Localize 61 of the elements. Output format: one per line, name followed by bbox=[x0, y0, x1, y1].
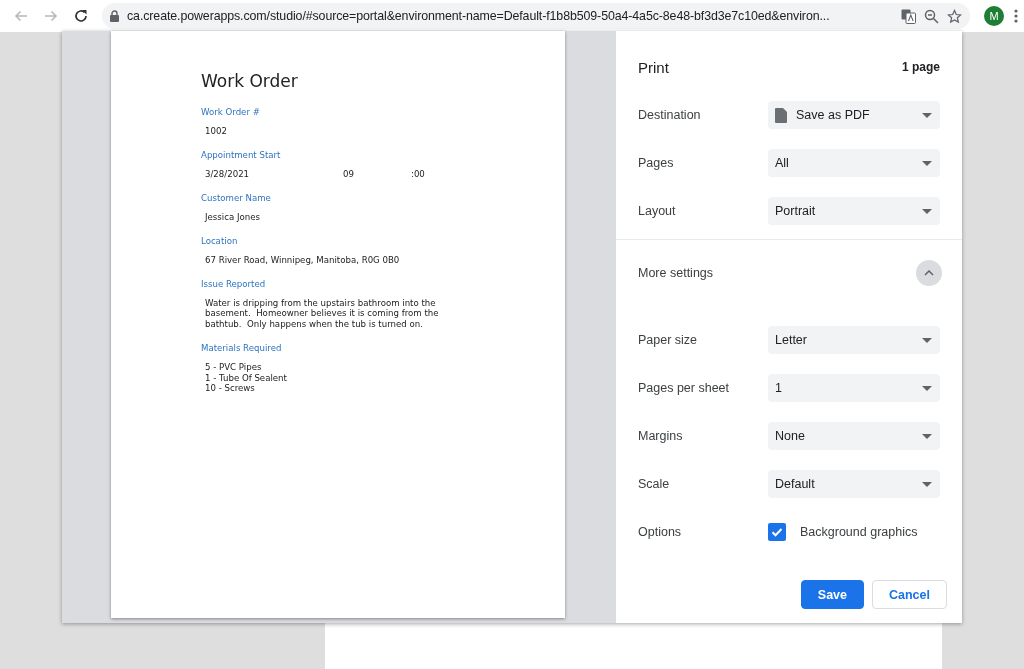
field-value: :00 bbox=[411, 169, 425, 179]
field-paragraph: Water is dripping from the upstairs bathroom into the basement. Homeowner believes it is coming from the bathtub. Only happens when the tub is turned on. bbox=[205, 298, 440, 329]
cancel-button[interactable]: Cancel bbox=[872, 580, 947, 609]
url-text: ca.create.powerapps.com/studio/#source=portal&environment-name=Default-f1b8b509-50a4-4a5c-8e48-bf3d3e7c10ed&environ... bbox=[127, 9, 831, 23]
zoom-icon[interactable] bbox=[924, 8, 939, 24]
setting-label: Pages bbox=[638, 156, 675, 170]
setting-label: Scale bbox=[638, 477, 671, 491]
dropdown-select[interactable]: Default bbox=[768, 470, 940, 498]
field-value: Jessica Jones bbox=[205, 212, 261, 222]
dropdown-caret-icon bbox=[922, 481, 932, 487]
field-label: Materials Required bbox=[201, 342, 283, 353]
dropdown-caret-icon bbox=[922, 385, 932, 391]
setting-label: Margins bbox=[638, 429, 684, 443]
menu-icon[interactable] bbox=[1014, 9, 1018, 23]
field-label: Work Order # bbox=[201, 107, 261, 117]
reload-icon bbox=[73, 8, 89, 24]
profile-avatar[interactable]: M bbox=[984, 6, 1004, 26]
document-title: Work Order bbox=[201, 71, 299, 91]
dialog-title: Print bbox=[638, 58, 669, 76]
back-arrow-icon bbox=[13, 8, 29, 24]
setting-label: Layout bbox=[638, 204, 677, 218]
setting-label: Options bbox=[638, 525, 683, 539]
dropdown-caret-icon bbox=[922, 112, 932, 118]
field-label: Customer Name bbox=[201, 193, 272, 203]
field-label: Appointment Start bbox=[201, 150, 282, 160]
dropdown-select[interactable]: Letter bbox=[768, 326, 940, 354]
setting-label: Pages per sheet bbox=[638, 381, 731, 395]
setting-label: Paper size bbox=[638, 333, 699, 347]
setting-label: Destination bbox=[638, 108, 702, 122]
dropdown-caret-icon bbox=[922, 208, 932, 214]
page-count: 1 page bbox=[902, 60, 940, 74]
field-label: Issue Reported bbox=[201, 279, 267, 289]
translate-icon[interactable] bbox=[901, 8, 916, 24]
save-button[interactable]: Save bbox=[800, 580, 864, 609]
chevron-icon bbox=[924, 270, 934, 276]
dropdown-caret-icon bbox=[922, 433, 932, 439]
field-value: 3/28/2021 bbox=[205, 169, 251, 179]
checkbox[interactable] bbox=[768, 523, 786, 541]
star-icon[interactable] bbox=[947, 8, 962, 24]
collapse-button[interactable] bbox=[916, 260, 942, 286]
dropdown-select[interactable]: Portrait bbox=[768, 197, 940, 225]
checkbox-label: Background graphics bbox=[800, 525, 918, 539]
list-line: 5 - PVC Pipes bbox=[205, 361, 263, 373]
address-bar[interactable]: ca.create.powerapps.com/studio/#source=portal&environment-name=Default-f1b8b509-50a4-4a5c-8e48-bf3d3e7c10ed&environ... bbox=[102, 3, 970, 29]
field-value: 67 River Road, Winnipeg, Manitoba, R0G 0B0 bbox=[205, 255, 401, 265]
document-icon bbox=[775, 107, 787, 123]
field-value: 09 bbox=[343, 169, 355, 179]
forward-arrow-icon bbox=[43, 8, 59, 24]
dropdown-select[interactable]: Save as PDF bbox=[768, 101, 940, 129]
field-label: Location bbox=[201, 236, 239, 246]
list-line: 1 - Tube Of Sealent bbox=[205, 372, 288, 384]
dropdown-caret-icon bbox=[922, 160, 932, 166]
more-settings-label: More settings bbox=[638, 266, 714, 280]
dropdown-select[interactable]: All bbox=[768, 149, 940, 177]
field-value: 1002 bbox=[205, 126, 228, 136]
dropdown-caret-icon bbox=[922, 337, 932, 343]
lock-icon bbox=[110, 10, 119, 22]
list-line: 10 - Screws bbox=[205, 383, 256, 395]
dropdown-select[interactable]: 1 bbox=[768, 374, 940, 402]
checkmark-icon bbox=[771, 526, 783, 538]
dropdown-select[interactable]: None bbox=[768, 422, 940, 450]
